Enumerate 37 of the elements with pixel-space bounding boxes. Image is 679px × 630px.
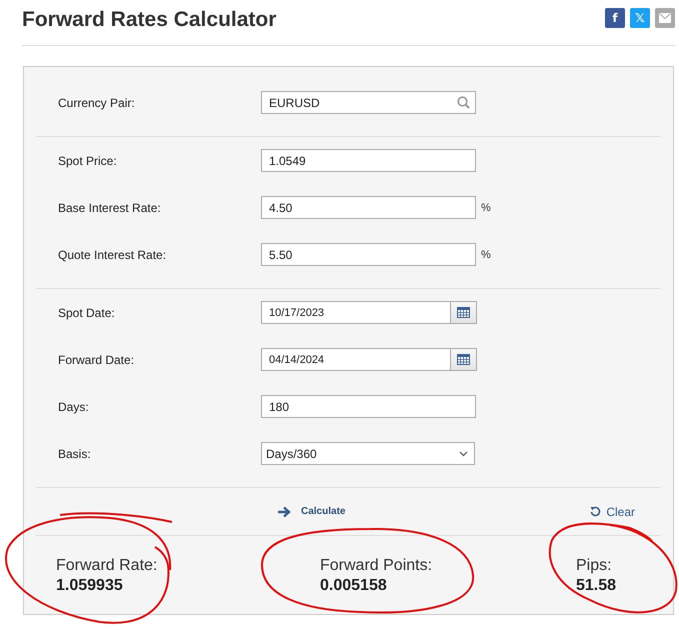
calendar-icon bbox=[457, 354, 470, 365]
search-field[interactable]: EURUSD bbox=[261, 91, 476, 114]
reset-icon bbox=[590, 506, 602, 517]
calendar-icon bbox=[457, 307, 470, 318]
field-label: Days: bbox=[58, 400, 90, 414]
date-field[interactable]: 10/17/2023 bbox=[261, 301, 450, 324]
page-title: Forward Rates Calculator bbox=[22, 8, 276, 32]
basis-dropdown[interactable]: Days/360 bbox=[261, 442, 475, 465]
field-label: Quote Interest Rate: bbox=[58, 248, 168, 262]
input-field[interactable]: 1.0549 bbox=[261, 149, 476, 172]
field-label: Base Interest Rate: bbox=[58, 200, 162, 214]
field-label: Spot Price: bbox=[58, 154, 118, 168]
share-button[interactable]: f bbox=[605, 8, 625, 28]
field-label: Spot Date: bbox=[58, 306, 116, 320]
result-label: Forward Rate: bbox=[56, 557, 158, 575]
date-field[interactable]: 04/14/2024 bbox=[261, 348, 450, 371]
result-value: 51.58 bbox=[576, 577, 616, 595]
result-label: Forward Points: bbox=[320, 557, 434, 575]
input-field[interactable]: 5.50 bbox=[261, 243, 476, 266]
field-label: Basis: bbox=[58, 446, 92, 460]
percent-unit: % bbox=[481, 248, 491, 260]
result-value: 1.059935 bbox=[56, 577, 124, 595]
calendar-button[interactable] bbox=[450, 301, 477, 324]
input-field[interactable]: 4.50 bbox=[261, 196, 476, 219]
result-value: 0.005158 bbox=[320, 577, 388, 595]
chevron-icon bbox=[459, 450, 468, 456]
arrow-icon bbox=[277, 506, 291, 518]
percent-unit: % bbox=[481, 202, 491, 214]
envelope-icon bbox=[659, 13, 671, 23]
field-label: Forward Date: bbox=[58, 352, 136, 366]
calculate-button[interactable]: Calculate bbox=[273, 502, 350, 522]
field-label: Currency Pair: bbox=[58, 96, 136, 110]
clear-button[interactable]: Clear bbox=[590, 504, 635, 518]
search-icon bbox=[457, 96, 470, 109]
input-field[interactable]: 180 bbox=[261, 395, 476, 418]
result-label: Pips: bbox=[576, 557, 612, 575]
calendar-button[interactable] bbox=[450, 348, 477, 371]
